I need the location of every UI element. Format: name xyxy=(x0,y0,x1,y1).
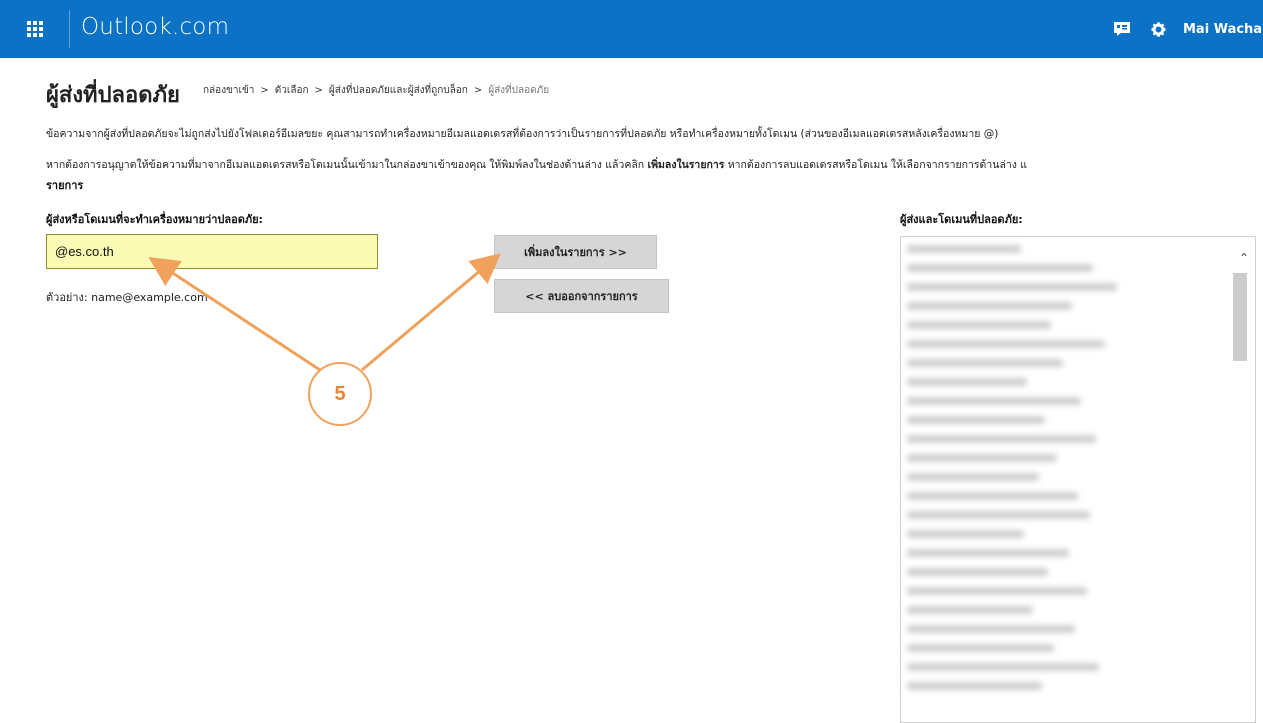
arrow-to-input xyxy=(148,257,321,372)
description-safe-senders: ข้อความจากผู้ส่งที่ปลอดภัยจะไม่ถูกส่งไปย… xyxy=(46,128,999,140)
top-bar: Outlook.com Mai Wacha xyxy=(0,0,1263,58)
breadcrumb-safe-and-blocked[interactable]: ผู้ส่งที่ปลอดภัยและผู้ส่งที่ถูกบล็อก xyxy=(329,83,468,98)
breadcrumb-options[interactable]: ตัวเลือก xyxy=(275,83,309,98)
breadcrumb-inbox[interactable]: กล่องขาเข้า xyxy=(203,83,254,98)
app-launcher-button[interactable] xyxy=(0,0,70,58)
remove-from-list-button[interactable]: << ลบออกจากรายการ xyxy=(494,279,669,313)
description-instructions: หากต้องการอนุญาตให้ข้อความที่มาจากอีเมลแ… xyxy=(46,157,1263,173)
add-to-list-button[interactable]: เพิ่มลงในรายการ >> xyxy=(494,235,657,269)
safe-list-label: ผู้ส่งและโดเมนที่ปลอดภัย: xyxy=(900,213,1023,226)
input-example-hint: ตัวอย่าง: name@example.com xyxy=(46,291,208,304)
user-name[interactable]: Mai Wacha xyxy=(1183,22,1263,37)
sender-domain-input[interactable] xyxy=(46,234,378,269)
sender-input-label: ผู้ส่งหรือโดเมนที่จะทำเครื่องหมายว่าปลอด… xyxy=(46,213,263,226)
scroll-up-icon[interactable]: ⌃ xyxy=(1239,251,1249,265)
description-instructions-text: หากต้องการอนุญาตให้ข้อความที่มาจากอีเมลแ… xyxy=(46,159,648,171)
settings-button[interactable] xyxy=(1143,14,1173,44)
gear-icon xyxy=(1151,21,1165,37)
description-add-emphasis: เพิ่มลงในรายการ xyxy=(647,159,725,171)
step-number-badge: 5 xyxy=(308,362,372,426)
breadcrumb-separator: > xyxy=(314,85,323,96)
feedback-button[interactable] xyxy=(1107,14,1137,44)
breadcrumb-separator: > xyxy=(473,85,483,96)
top-bar-actions: Mai Wacha xyxy=(1107,0,1263,58)
arrow-to-add-button xyxy=(361,253,501,372)
description-instructions-line2: รายการ xyxy=(46,179,84,192)
page-title: ผู้ส่งที่ปลอดภัย xyxy=(46,83,180,108)
breadcrumb-separator: > xyxy=(260,85,269,96)
description-instructions-tail: หากต้องการลบแอดเดรสหรือโดเมน ให้เลือกจาก… xyxy=(724,159,1028,171)
blurred-list-content xyxy=(907,245,1207,701)
waffle-icon xyxy=(27,21,43,37)
top-bar-divider xyxy=(69,10,70,48)
brand-title[interactable]: Outlook.com xyxy=(81,14,229,40)
breadcrumb: กล่องขาเข้า > ตัวเลือก > ผู้ส่งที่ปลอดภั… xyxy=(203,83,549,98)
breadcrumb-current: ผู้ส่งที่ปลอดภัย xyxy=(488,85,550,96)
feedback-icon xyxy=(1114,22,1130,36)
scrollbar-thumb[interactable] xyxy=(1233,273,1247,361)
safe-senders-list[interactable]: ⌃ xyxy=(900,236,1256,723)
